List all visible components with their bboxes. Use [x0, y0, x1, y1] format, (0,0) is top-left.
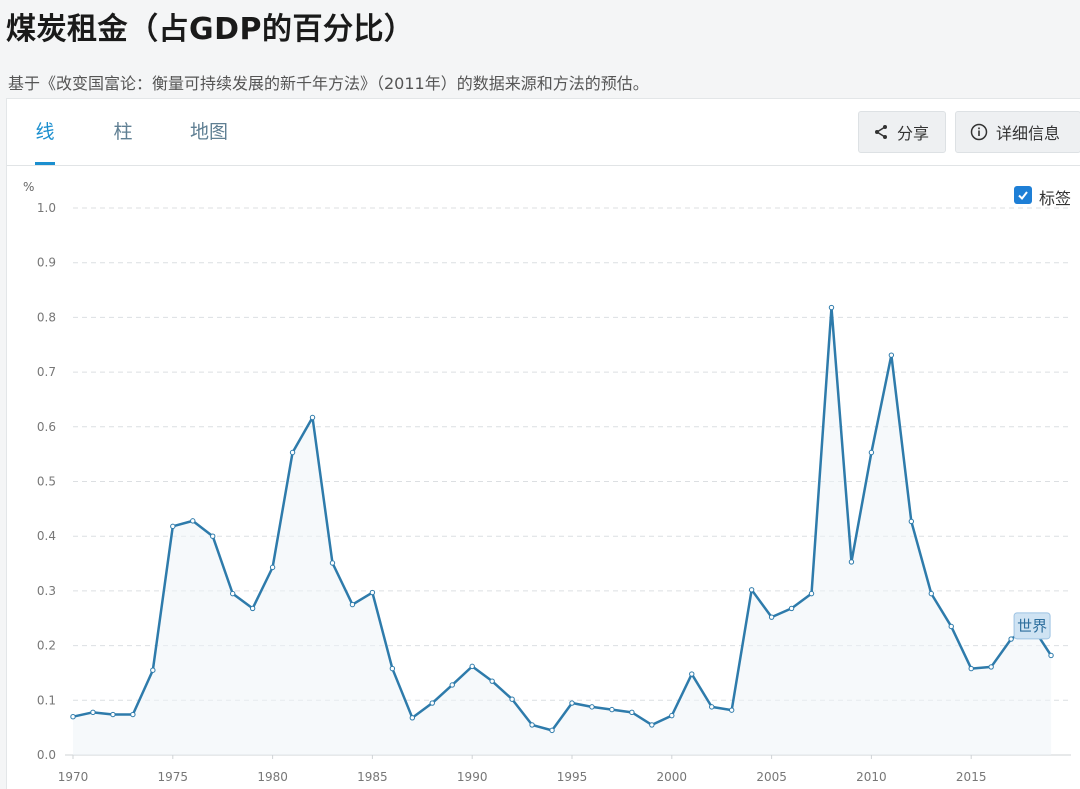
data-point [629, 709, 635, 716]
y-tick-label: 0.6 [37, 420, 56, 434]
data-point [190, 518, 196, 524]
data-point [489, 678, 495, 684]
data-point [988, 664, 994, 670]
data-point [948, 623, 954, 630]
x-tick-label: 1980 [257, 770, 288, 784]
series-area [73, 307, 1052, 755]
legend-label: 标签 [1039, 189, 1072, 208]
x-tick-label: 1975 [158, 770, 189, 784]
y-tick-label: 0.5 [37, 475, 56, 489]
y-axis-unit: % [23, 180, 34, 194]
data-point [768, 614, 775, 620]
y-tick-label: 0.0 [37, 748, 56, 762]
data-point [828, 304, 835, 311]
data-point [1008, 636, 1014, 642]
data-point [349, 601, 356, 608]
data-point [968, 665, 974, 672]
data-point [170, 523, 176, 530]
data-point [150, 667, 156, 673]
data-point [609, 706, 615, 713]
x-tick-label: 2005 [756, 770, 787, 784]
data-point [808, 590, 815, 597]
data-point [110, 711, 116, 718]
data-point [589, 704, 595, 710]
data-point [888, 352, 895, 358]
data-point [509, 696, 515, 702]
data-point [249, 605, 256, 612]
series-label: 世界 [1017, 617, 1047, 635]
y-tick-label: 1.0 [37, 201, 56, 215]
checkmark-icon [1018, 191, 1028, 201]
data-point [908, 518, 915, 525]
y-tick-label: 0.2 [37, 639, 56, 653]
y-tick-label: 0.7 [37, 365, 56, 379]
data-point [709, 704, 715, 710]
x-tick-label: 1990 [457, 770, 488, 784]
x-tick-label: 2015 [956, 770, 987, 784]
y-tick-label: 0.3 [37, 584, 56, 598]
data-point [788, 605, 795, 612]
data-point [689, 671, 695, 677]
data-point [130, 711, 136, 718]
data-point [369, 589, 376, 596]
data-point [529, 722, 535, 728]
x-tick-label: 1995 [557, 770, 588, 784]
data-point [90, 709, 96, 716]
data-point [229, 590, 236, 597]
y-tick-label: 0.9 [37, 256, 56, 270]
data-point [649, 722, 655, 728]
y-tick-label: 0.4 [37, 529, 56, 543]
x-tick-label: 2000 [657, 770, 688, 784]
data-point [309, 414, 316, 421]
data-point [669, 712, 675, 719]
y-tick-label: 0.8 [37, 310, 56, 324]
data-point [868, 449, 875, 456]
x-tick-label: 1985 [357, 770, 388, 784]
x-tick-label: 1970 [58, 770, 89, 784]
data-point [449, 682, 455, 688]
data-point [469, 663, 475, 670]
data-point [549, 727, 555, 734]
legend-checkbox[interactable] [1014, 186, 1032, 204]
data-point [748, 587, 755, 593]
data-point [329, 560, 336, 566]
line-chart: % 0.0 0.1 0.2 0.3 0.4 0.5 0.6 0.7 0.8 0.9 1.0 1970 19… [23, 180, 1071, 784]
y-tick-label: 0.1 [37, 693, 56, 707]
data-point [389, 665, 396, 672]
data-point [429, 700, 435, 706]
x-tick-label: 2010 [856, 770, 887, 784]
data-point [569, 700, 575, 706]
data-point [409, 715, 416, 721]
data-point [728, 707, 735, 713]
data-point [210, 533, 216, 539]
data-point [848, 559, 855, 565]
data-point [289, 449, 296, 456]
data-point [70, 714, 76, 720]
data-point [928, 590, 934, 597]
data-point [269, 564, 276, 571]
data-point [1048, 652, 1054, 659]
